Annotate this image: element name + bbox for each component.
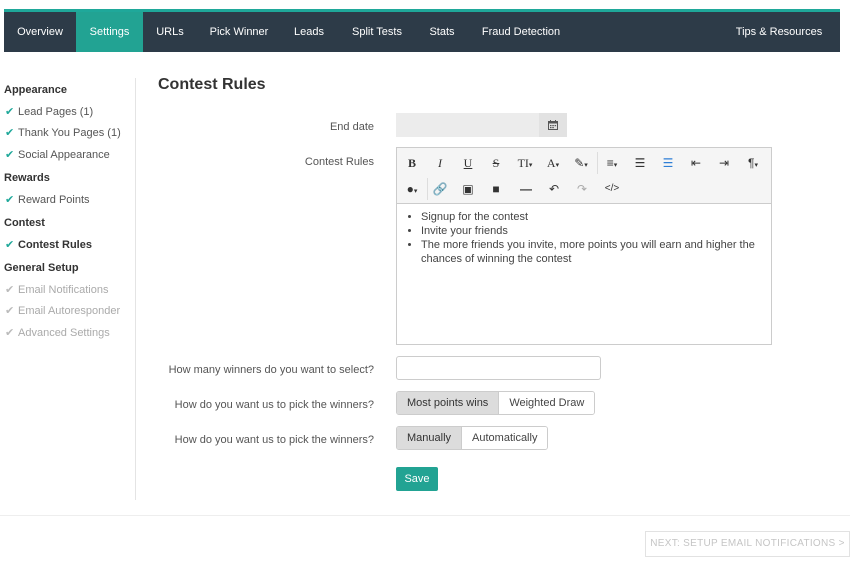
end-date-label: End date [329, 121, 374, 133]
sidebar-item-contest-rules[interactable]: ✔ Contest Rules [5, 238, 92, 251]
sidebar-item-label: Email Notifications [18, 284, 109, 296]
page-title: Contest Rules [158, 76, 266, 93]
sidebar-item-label: Reward Points [18, 194, 90, 206]
winners-count-input[interactable] [396, 356, 601, 380]
toolbar-divider [427, 178, 428, 200]
calendar-button[interactable] [539, 113, 567, 137]
footer-divider [0, 515, 850, 516]
indent-icon[interactable]: ⇥ [715, 152, 733, 174]
pick-mode-toggle: Manually Automatically [396, 426, 549, 450]
weighted-draw-option[interactable]: Weighted Draw [498, 392, 595, 414]
list-item: Invite your friends [421, 224, 761, 238]
pick-method-toggle: Most points wins Weighted Draw [396, 391, 596, 415]
pick-mode-label: How do you want us to pick the winners? [174, 434, 374, 446]
unordered-list-icon[interactable]: ☰ [659, 152, 677, 174]
check-icon: ✔ [5, 194, 15, 206]
check-icon: ✔ [5, 106, 15, 118]
check-icon: ✔ [5, 239, 15, 251]
sidebar-item-email-autoresponder[interactable]: ✔ Email Autoresponder [5, 304, 120, 317]
strikethrough-icon[interactable]: S [487, 152, 505, 174]
check-icon: ✔ [5, 305, 15, 317]
style-drop-icon[interactable]: ●▾ [401, 178, 423, 200]
sidebar-group-contest: Contest [4, 217, 45, 229]
bold-icon[interactable]: B [403, 152, 421, 174]
list-item: The more friends you invite, more points… [421, 238, 761, 266]
sidebar-group-rewards: Rewards [4, 172, 50, 184]
sidebar-item-thank-you-pages[interactable]: ✔ Thank You Pages (1) [5, 126, 121, 139]
toolbar-divider [597, 152, 598, 174]
link-icon[interactable]: 🔗 [431, 178, 449, 200]
sidebar-group-general-setup: General Setup [4, 262, 79, 274]
horizontal-rule-icon[interactable]: — [517, 178, 535, 200]
end-date-input[interactable] [396, 113, 539, 137]
top-nav: Overview Settings URLs Pick Winner Leads… [4, 9, 840, 52]
sidebar-item-label: Thank You Pages (1) [18, 127, 121, 139]
redo-icon[interactable]: ↷ [573, 178, 591, 200]
tips-resources-link[interactable]: Tips & Resources [734, 12, 824, 52]
sidebar-item-email-notifications[interactable]: ✔ Email Notifications [5, 283, 108, 296]
save-button[interactable]: Save [396, 467, 438, 491]
editor-toolbar: B I U S TI▾ A▾ ✎▾ ≡▾ ☰ ☰ ⇤ ⇥ ¶▾ ●▾ 🔗 ▣ ■… [397, 148, 771, 204]
sidebar-item-label: Social Appearance [18, 149, 110, 161]
undo-icon[interactable]: ↶ [545, 178, 563, 200]
next-step-button[interactable]: NEXT: SETUP EMAIL NOTIFICATIONS > [645, 531, 850, 557]
tab-fraud-detection[interactable]: Fraud Detection [476, 12, 566, 52]
sidebar-item-label: Email Autoresponder [18, 305, 121, 317]
automatically-option[interactable]: Automatically [461, 427, 548, 449]
tab-pick-winner[interactable]: Pick Winner [203, 12, 275, 52]
sidebar-item-label: Contest Rules [18, 239, 92, 251]
tab-leads[interactable]: Leads [289, 12, 329, 52]
italic-icon[interactable]: I [431, 152, 449, 174]
ordered-list-icon[interactable]: ☰ [631, 152, 649, 174]
tab-urls[interactable]: URLs [149, 12, 191, 52]
sidebar-item-advanced-settings[interactable]: ✔ Advanced Settings [5, 326, 110, 339]
paragraph-icon[interactable]: ¶▾ [741, 152, 765, 174]
sidebar-group-appearance: Appearance [4, 84, 67, 96]
check-icon: ✔ [5, 149, 15, 161]
manually-option[interactable]: Manually [397, 427, 462, 449]
sidebar-item-lead-pages[interactable]: ✔ Lead Pages (1) [5, 105, 93, 118]
code-view-icon[interactable]: </> [601, 178, 623, 200]
pick-method-label: How do you want us to pick the winners? [174, 399, 374, 411]
video-icon[interactable]: ■ [487, 178, 505, 200]
highlight-icon[interactable]: ✎▾ [569, 152, 593, 174]
sidebar-item-reward-points[interactable]: ✔ Reward Points [5, 193, 90, 206]
calendar-icon [548, 120, 558, 130]
check-icon: ✔ [5, 127, 15, 139]
tab-stats[interactable]: Stats [424, 12, 460, 52]
align-icon[interactable]: ≡▾ [600, 152, 624, 174]
rules-content[interactable]: Signup for the contest Invite your frien… [421, 210, 761, 266]
image-icon[interactable]: ▣ [459, 178, 477, 200]
check-icon: ✔ [5, 284, 15, 296]
sidebar-item-label: Advanced Settings [18, 327, 110, 339]
tab-overview[interactable]: Overview [4, 12, 76, 52]
underline-icon[interactable]: U [459, 152, 477, 174]
text-size-icon[interactable]: TI▾ [513, 152, 537, 174]
most-points-wins-option[interactable]: Most points wins [397, 392, 499, 414]
outdent-icon[interactable]: ⇤ [687, 152, 705, 174]
tab-split-tests[interactable]: Split Tests [346, 12, 408, 52]
check-icon: ✔ [5, 327, 15, 339]
font-color-icon[interactable]: A▾ [541, 152, 565, 174]
list-item: Signup for the contest [421, 210, 761, 224]
sidebar-item-social-appearance[interactable]: ✔ Social Appearance [5, 148, 110, 161]
rules-editor: B I U S TI▾ A▾ ✎▾ ≡▾ ☰ ☰ ⇤ ⇥ ¶▾ ●▾ 🔗 ▣ ■… [396, 147, 772, 345]
contest-rules-label: Contest Rules [304, 156, 374, 168]
settings-sidebar: Appearance ✔ Lead Pages (1) ✔ Thank You Pa… [0, 78, 136, 500]
winners-count-label: How many winners do you want to select? [168, 364, 374, 376]
sidebar-item-label: Lead Pages (1) [18, 106, 94, 118]
tab-settings[interactable]: Settings [76, 12, 143, 52]
